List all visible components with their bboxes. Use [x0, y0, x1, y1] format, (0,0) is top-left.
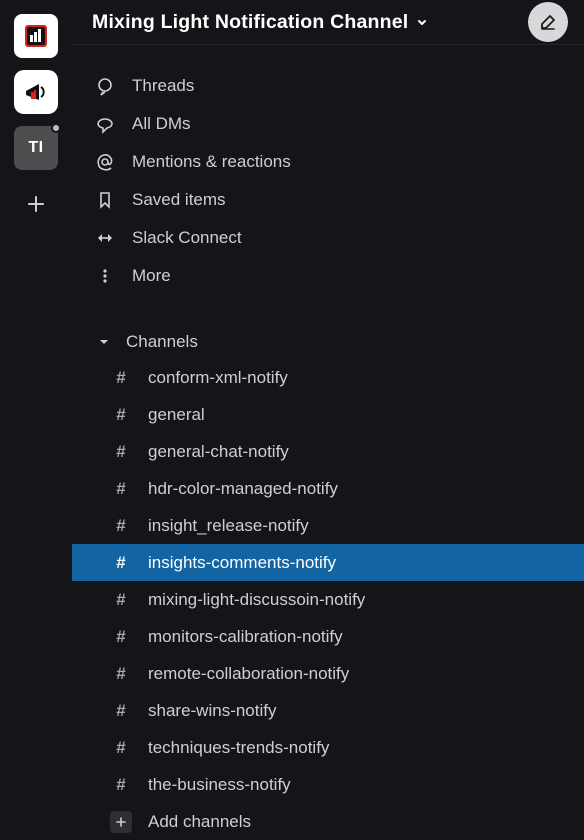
megaphone-logo-icon [21, 77, 51, 107]
nav-threads-label: Threads [132, 76, 194, 96]
plus-icon [26, 194, 46, 214]
at-icon [94, 152, 116, 172]
add-channels-label: Add channels [148, 812, 251, 832]
channels-section-header[interactable]: Channels [72, 325, 584, 359]
channel-item[interactable]: # share-wins-notify [72, 692, 584, 729]
channel-label: share-wins-notify [148, 701, 277, 721]
unread-dot-icon [51, 123, 61, 133]
chevron-down-icon [416, 16, 428, 28]
channel-item[interactable]: # insights-comments-notify [72, 544, 584, 581]
channel-label: conform-xml-notify [148, 368, 288, 388]
channel-item[interactable]: # general-chat-notify [72, 433, 584, 470]
channel-label: insights-comments-notify [148, 553, 336, 573]
channel-item[interactable]: # monitors-calibration-notify [72, 618, 584, 655]
sidebar-main: Mixing Light Notification Channel Thread… [72, 0, 584, 840]
workspace-title-button[interactable]: Mixing Light Notification Channel [92, 11, 528, 34]
channel-item[interactable]: # insight_release-notify [72, 507, 584, 544]
workspace-switcher-1[interactable] [14, 14, 58, 58]
workspace-rail: TI [0, 0, 72, 840]
add-channels-button[interactable]: Add channels [72, 803, 584, 840]
workspace-logo-icon [23, 23, 49, 49]
channel-label: techniques-trends-notify [148, 738, 329, 758]
nav-mentions-label: Mentions & reactions [132, 152, 291, 172]
hash-icon: # [110, 368, 132, 388]
channel-label: insight_release-notify [148, 516, 309, 536]
hash-icon: # [110, 627, 132, 647]
hash-icon: # [110, 775, 132, 795]
channel-item[interactable]: # techniques-trends-notify [72, 729, 584, 766]
sidebar-header: Mixing Light Notification Channel [72, 0, 584, 45]
channel-item[interactable]: # general [72, 396, 584, 433]
nav-section: Threads All DMs Mentions & reactions [72, 45, 584, 840]
channel-label: the-business-notify [148, 775, 291, 795]
nav-mentions[interactable]: Mentions & reactions [72, 143, 584, 181]
plus-box-icon [110, 811, 132, 833]
channel-item[interactable]: # hdr-color-managed-notify [72, 470, 584, 507]
hash-icon: # [110, 590, 132, 610]
channel-label: general [148, 405, 205, 425]
threads-icon [94, 76, 116, 96]
more-icon [94, 266, 116, 286]
channel-label: general-chat-notify [148, 442, 289, 462]
channels-section-label: Channels [126, 332, 198, 352]
add-workspace-button[interactable] [14, 182, 58, 226]
hash-icon: # [110, 664, 132, 684]
channel-list: # conform-xml-notify # general # general-chat… [72, 359, 584, 803]
channel-item[interactable]: # mixing-light-discussoin-notify [72, 581, 584, 618]
compose-icon [538, 12, 558, 32]
hash-icon: # [110, 479, 132, 499]
dms-icon [94, 114, 116, 134]
channel-label: monitors-calibration-notify [148, 627, 343, 647]
bookmark-icon [94, 190, 116, 210]
nav-more-label: More [132, 266, 171, 286]
hash-icon: # [110, 701, 132, 721]
channel-label: remote-collaboration-notify [148, 664, 349, 684]
nav-slack-connect[interactable]: Slack Connect [72, 219, 584, 257]
hash-icon: # [110, 553, 132, 573]
hash-icon: # [110, 516, 132, 536]
connect-icon [94, 228, 116, 248]
channel-label: mixing-light-discussoin-notify [148, 590, 365, 610]
hash-icon: # [110, 442, 132, 462]
workspace-switcher-2[interactable] [14, 70, 58, 114]
caret-down-icon [96, 337, 112, 347]
nav-more[interactable]: More [72, 257, 584, 295]
hash-icon: # [110, 738, 132, 758]
workspace-switcher-3[interactable]: TI [14, 126, 58, 170]
nav-saved-label: Saved items [132, 190, 226, 210]
channel-label: hdr-color-managed-notify [148, 479, 338, 499]
channel-item[interactable]: # remote-collaboration-notify [72, 655, 584, 692]
nav-connect-label: Slack Connect [132, 228, 242, 248]
nav-dms-label: All DMs [132, 114, 191, 134]
compose-button[interactable] [528, 2, 568, 42]
channel-item[interactable]: # the-business-notify [72, 766, 584, 803]
nav-threads[interactable]: Threads [72, 67, 584, 105]
hash-icon: # [110, 405, 132, 425]
workspace-title: Mixing Light Notification Channel [92, 11, 408, 34]
nav-dms[interactable]: All DMs [72, 105, 584, 143]
nav-saved[interactable]: Saved items [72, 181, 584, 219]
channels-section: Channels # conform-xml-notify # general # gen… [72, 325, 584, 840]
workspace-3-label: TI [28, 139, 43, 157]
channel-item[interactable]: # conform-xml-notify [72, 359, 584, 396]
